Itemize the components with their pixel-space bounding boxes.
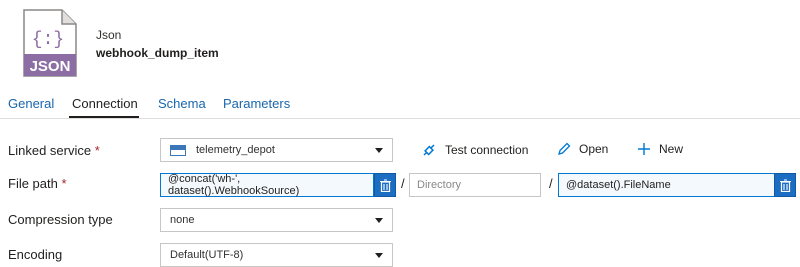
dataset-type: Json — [96, 28, 122, 42]
open-button[interactable]: Open — [557, 142, 608, 156]
compression-type-dropdown[interactable]: none — [160, 208, 393, 232]
braces-glyph: {:} — [32, 30, 64, 50]
new-button[interactable]: New — [637, 142, 683, 156]
file-path-filename-input[interactable]: @dataset().FileName — [558, 173, 775, 197]
json-file-icon: {:} JSON — [22, 8, 78, 78]
test-connection-button[interactable]: Test connection — [421, 142, 528, 158]
linked-service-dropdown[interactable]: telemetry_depot — [160, 138, 393, 162]
encoding-dropdown[interactable]: Default(UTF-8) — [160, 243, 393, 267]
file-type-badge: JSON — [30, 58, 71, 75]
encoding-value: Default(UTF-8) — [170, 249, 244, 261]
storage-icon — [170, 144, 186, 156]
path-separator: / — [549, 176, 553, 191]
plus-icon — [638, 143, 650, 155]
dataset-name: webhook_dump_item — [96, 46, 219, 60]
path-separator: / — [401, 176, 405, 191]
delete-filename-button[interactable] — [774, 173, 796, 197]
linked-service-value: telemetry_depot — [196, 144, 275, 156]
tab-connection[interactable]: Connection — [72, 96, 138, 111]
tab-general[interactable]: General — [8, 96, 54, 111]
tab-parameters[interactable]: Parameters — [223, 96, 290, 111]
compression-type-label: Compression type — [8, 212, 113, 227]
required-marker: * — [61, 176, 67, 191]
required-marker: * — [94, 143, 100, 158]
pencil-icon — [558, 142, 571, 155]
plug-icon — [423, 144, 435, 156]
chevron-down-icon — [375, 148, 383, 153]
file-path-container-input[interactable]: @concat('wh-', dataset().WebhookSource) — [160, 173, 374, 197]
tab-divider — [0, 118, 800, 119]
linked-service-label: Linked service * — [8, 143, 100, 158]
chevron-down-icon — [375, 218, 383, 223]
chevron-down-icon — [375, 253, 383, 258]
file-path-label: File path * — [8, 176, 67, 191]
file-path-directory-input[interactable]: Directory — [409, 173, 541, 197]
trash-icon — [779, 178, 791, 192]
compression-type-value: none — [170, 214, 195, 226]
trash-icon — [379, 178, 391, 192]
tab-schema[interactable]: Schema — [158, 96, 206, 111]
delete-container-button[interactable] — [374, 173, 396, 197]
encoding-label: Encoding — [8, 247, 63, 262]
